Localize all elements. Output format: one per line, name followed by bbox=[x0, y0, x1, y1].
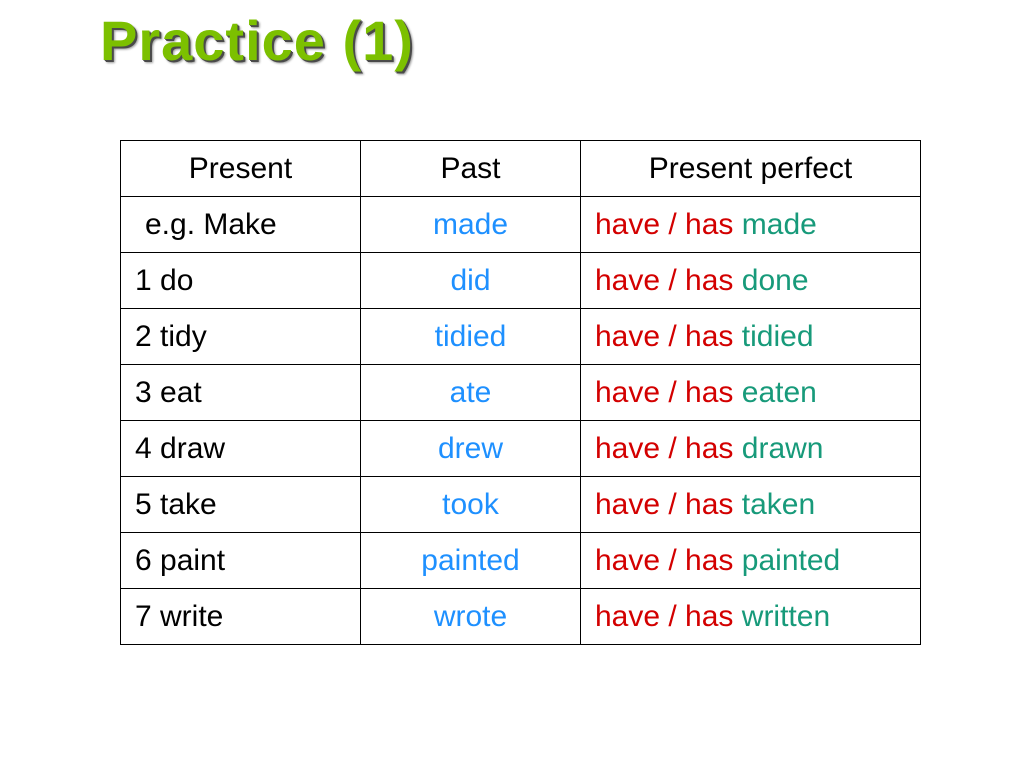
cell-past: ate bbox=[361, 365, 581, 421]
cell-present: 2 tidy bbox=[121, 309, 361, 365]
have-has-label: have / has bbox=[595, 208, 733, 241]
pp-verb: made bbox=[742, 208, 817, 241]
cell-past: tidied bbox=[361, 309, 581, 365]
cell-past: painted bbox=[361, 533, 581, 589]
cell-present-perfect: have / has tidied bbox=[581, 309, 921, 365]
cell-present-perfect: have / has painted bbox=[581, 533, 921, 589]
cell-present-perfect: have / has drawn bbox=[581, 421, 921, 477]
have-has-label: have / has bbox=[595, 600, 733, 633]
table-row: 1 dodidhave / has done bbox=[121, 253, 921, 309]
cell-present: 4 draw bbox=[121, 421, 361, 477]
header-present: Present bbox=[121, 141, 361, 197]
cell-present: e.g. Make bbox=[121, 197, 361, 253]
have-has-label: have / has bbox=[595, 432, 733, 465]
cell-present: 3 eat bbox=[121, 365, 361, 421]
table-row: 5 taketookhave / has taken bbox=[121, 477, 921, 533]
cell-present: 6 paint bbox=[121, 533, 361, 589]
cell-past: made bbox=[361, 197, 581, 253]
table-row: 7 writewrotehave / has written bbox=[121, 589, 921, 645]
table-row: 6 paintpaintedhave / has painted bbox=[121, 533, 921, 589]
table-row: 4 drawdrewhave / has drawn bbox=[121, 421, 921, 477]
cell-past: did bbox=[361, 253, 581, 309]
cell-present-perfect: have / has done bbox=[581, 253, 921, 309]
cell-past: took bbox=[361, 477, 581, 533]
page-title: Practice (1) bbox=[100, 8, 414, 73]
cell-past: drew bbox=[361, 421, 581, 477]
table-header-row: Present Past Present perfect bbox=[121, 141, 921, 197]
header-past: Past bbox=[361, 141, 581, 197]
cell-present: 7 write bbox=[121, 589, 361, 645]
have-has-label: have / has bbox=[595, 264, 733, 297]
verb-table: Present Past Present perfect e.g. Makema… bbox=[120, 140, 921, 645]
pp-verb: written bbox=[742, 600, 830, 633]
cell-past: wrote bbox=[361, 589, 581, 645]
have-has-label: have / has bbox=[595, 488, 733, 521]
cell-present: 1 do bbox=[121, 253, 361, 309]
table-row: 2 tidytidiedhave / has tidied bbox=[121, 309, 921, 365]
header-pp: Present perfect bbox=[581, 141, 921, 197]
table-row: e.g. Makemadehave / has made bbox=[121, 197, 921, 253]
have-has-label: have / has bbox=[595, 376, 733, 409]
have-has-label: have / has bbox=[595, 544, 733, 577]
pp-verb: painted bbox=[742, 544, 840, 577]
slide: Practice (1) Present Past Present perfec… bbox=[0, 0, 1024, 768]
pp-verb: eaten bbox=[742, 376, 817, 409]
cell-present-perfect: have / has eaten bbox=[581, 365, 921, 421]
pp-verb: tidied bbox=[742, 320, 814, 353]
pp-verb: taken bbox=[742, 488, 815, 521]
cell-present-perfect: have / has made bbox=[581, 197, 921, 253]
table-row: 3 eatatehave / has eaten bbox=[121, 365, 921, 421]
have-has-label: have / has bbox=[595, 320, 733, 353]
cell-present-perfect: have / has taken bbox=[581, 477, 921, 533]
pp-verb: drawn bbox=[742, 432, 824, 465]
cell-present: 5 take bbox=[121, 477, 361, 533]
pp-verb: done bbox=[742, 264, 809, 297]
cell-present-perfect: have / has written bbox=[581, 589, 921, 645]
